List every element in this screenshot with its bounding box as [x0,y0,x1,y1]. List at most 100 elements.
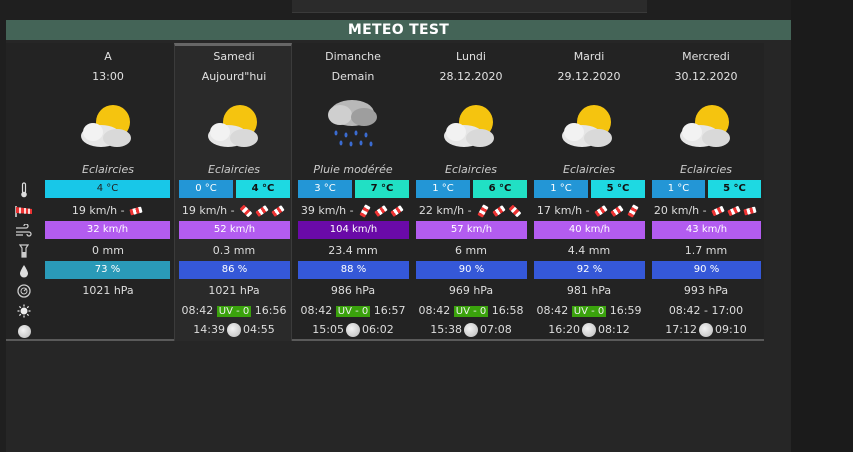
humidity-bar: 73 % [45,261,170,279]
condition-label: Eclaircies [680,163,732,176]
wind-value: 17 km/h - [536,204,590,217]
temp-min-bar: 0 °C [179,180,233,198]
day-label: A [104,50,112,63]
temp-min-bar: 1 °C [534,180,588,198]
wind-direction-icon [594,205,608,217]
day-label: Samedi [213,50,255,63]
pressure-value: 986 hPa [330,284,376,297]
moon-phase-icon [582,323,596,337]
uv-badge: UV - 0 [335,306,371,317]
windsock-icon [6,201,42,221]
wind-gust-bar: 104 km/h [298,221,409,239]
pressure-value: 993 hPa [683,284,729,297]
wind-speed: 39 km/h - [295,204,411,218]
humidity-bar: 92 % [534,261,645,279]
rain-amount: 0.3 mm [212,244,256,257]
rain-amount: 1.7 mm [684,244,728,257]
forecast-table: A 13:00 Eclaircies 4 °C 19 km/h - 32 km/… [6,43,764,341]
wind-direction-icon [477,204,489,218]
rain-amount: 23.4 mm [328,244,378,257]
wind-direction-icon [610,205,624,217]
sunset: 16:59 [609,304,642,317]
wind-direction-icon [627,204,639,218]
partly-cloudy-icon [444,105,494,147]
moon-icon [6,321,42,341]
sun-times: 08:42 - 17:00 [668,304,744,317]
moon-phase-icon [699,323,713,337]
moon-times: 17:12 09:10 [649,323,763,337]
partly-cloudy-icon [680,105,730,147]
temp-min-bar: 3 °C [298,180,352,198]
pressure-value: 969 hPa [448,284,494,297]
rain-amount: 6 mm [455,244,487,257]
moon-phase-icon [346,323,360,337]
wind-value: 22 km/h - [418,204,472,217]
wind-speed: 17 km/h - [531,204,647,218]
moon-phase-icon [227,323,241,337]
temperature-bar: 4 °C [45,180,170,198]
wind-speed: 19 km/h - [176,204,292,218]
wind-direction-icon [492,205,506,217]
condition-label: Pluie modérée [313,163,393,176]
wind-value: 19 km/h - [181,204,235,217]
wind-direction-icon [359,204,371,218]
day-sub: Aujourd"hui [201,70,267,83]
day-sub: 29.12.2020 [557,70,621,83]
wind-gust-bar: 40 km/h [534,221,645,239]
wind-direction-icon [743,206,757,216]
sunset: 16:56 [254,304,287,317]
moon-times: 15:05 06:02 [295,323,411,337]
wind-value: 19 km/h - [71,204,125,217]
moonset: 07:08 [480,323,512,336]
pressure-value: 1021 hPa [208,284,260,297]
right-panel [791,0,853,452]
moonset: 09:10 [715,323,747,336]
sunrise: 08:42 [536,304,569,317]
humidity-bar: 90 % [416,261,527,279]
wind-direction-icon [390,205,404,217]
day-label: Lundi [456,50,486,63]
partly-cloudy-icon [81,105,131,147]
wind-gust-icon [6,221,42,241]
moonset: 04:55 [243,323,275,336]
day-sub: Demain [331,70,375,83]
wind-direction-icon [239,204,253,218]
wind-value: 20 km/h - [653,204,707,217]
moon-phase-icon [464,323,478,337]
pressure-value: 1021 hPa [82,284,134,297]
day-label: Mercredi [682,50,730,63]
sun-icon [6,301,42,321]
sunset: 16:57 [373,304,406,317]
sun-times: 08:42 UV - 0 16:56 [176,304,292,317]
day-label: Dimanche [325,50,381,63]
wind-direction-icon [711,205,725,217]
wind-direction-icon [374,205,388,217]
moonrise: 15:05 [312,323,344,336]
condition-label: Eclaircies [208,163,260,176]
rain-amount: 0 mm [92,244,124,257]
uv-badge: UV - 0 [453,306,489,317]
rain-gauge-icon [6,241,42,261]
temp-max-bar: 5 °C [591,180,645,198]
pressure-value: 981 hPa [566,284,612,297]
wind-value: 39 km/h - [300,204,354,217]
condition-label: Eclaircies [82,163,134,176]
humidity-bar: 90 % [652,261,761,279]
wind-gust-bar: 52 km/h [179,221,290,239]
rain-amount: 4.4 mm [567,244,611,257]
temp-min-bar: 1 °C [652,180,705,198]
moonset: 08:12 [598,323,630,336]
moonrise: 15:38 [430,323,462,336]
meteo-widget: METEO TEST A 13:00 Eclaircies 4 °C 19 km… [6,20,791,452]
moon-times: 16:20 08:12 [531,323,647,337]
day-sub: 13:00 [92,70,124,83]
wind-direction-icon [271,205,285,217]
condition-label: Eclaircies [563,163,615,176]
sun-times: 08:42 UV - 0 16:58 [413,304,529,317]
moonrise: 14:39 [193,323,225,336]
wind-speed: 20 km/h - [649,204,763,217]
moon-times: 15:38 07:08 [413,323,529,337]
barometer-icon [6,281,42,301]
moonrise: 17:12 [665,323,697,336]
sunrise: 08:42 [300,304,333,317]
